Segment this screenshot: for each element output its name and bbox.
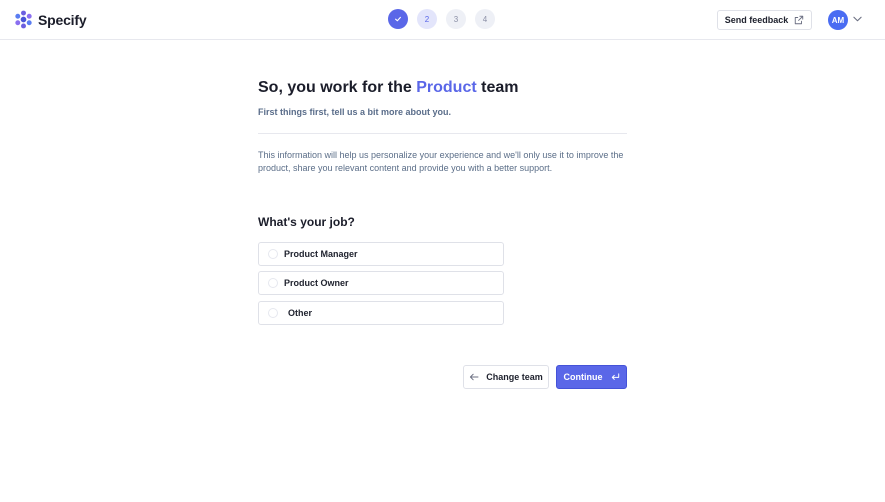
option-label: Product Owner — [284, 278, 349, 288]
external-link-icon — [795, 15, 804, 25]
radio-button[interactable] — [268, 308, 278, 318]
option-label: Other — [288, 308, 313, 318]
continue-button[interactable]: Continue — [556, 365, 627, 389]
progress-steps: 2 3 4 — [388, 9, 495, 29]
radio-button[interactable] — [268, 278, 278, 288]
title-prefix: So, you work for the — [258, 79, 417, 96]
enter-key-icon — [611, 373, 619, 380]
step-4[interactable]: 4 — [475, 9, 495, 29]
step-3[interactable]: 3 — [446, 9, 466, 29]
avatar[interactable]: AM — [828, 10, 848, 30]
job-question: What's your job? — [258, 215, 355, 229]
title-suffix: team — [476, 79, 519, 96]
arrow-left-icon — [470, 373, 479, 381]
title-team-highlight: Product — [416, 79, 477, 96]
continue-label: Continue — [563, 372, 603, 382]
chevron-down-icon[interactable] — [853, 16, 862, 22]
top-bar: Specify 2 3 4 Send feedback AM — [0, 0, 885, 40]
option-other[interactable]: Other — [258, 301, 504, 325]
change-team-button[interactable]: Change team — [463, 365, 549, 389]
radio-button[interactable] — [268, 249, 278, 259]
step-1-done[interactable] — [388, 9, 408, 29]
divider — [258, 133, 627, 134]
option-label: Product Manager — [284, 249, 358, 259]
logo[interactable]: Specify — [14, 10, 87, 29]
send-feedback-button[interactable]: Send feedback — [717, 10, 812, 30]
info-text: This information will help us personaliz… — [258, 150, 624, 173]
send-feedback-label: Send feedback — [724, 15, 789, 25]
checkmark-icon — [395, 16, 401, 22]
option-product-manager[interactable]: Product Manager — [258, 242, 504, 266]
step-2[interactable]: 2 — [417, 9, 437, 29]
app-name: Specify — [38, 11, 87, 28]
option-product-owner[interactable]: Product Owner — [258, 271, 504, 295]
page-title: So, you work for the Product team — [258, 79, 518, 97]
specify-logo-icon — [15, 10, 32, 29]
change-team-label: Change team — [486, 372, 543, 382]
page-subtitle: First things first, tell us a bit more a… — [258, 107, 452, 117]
